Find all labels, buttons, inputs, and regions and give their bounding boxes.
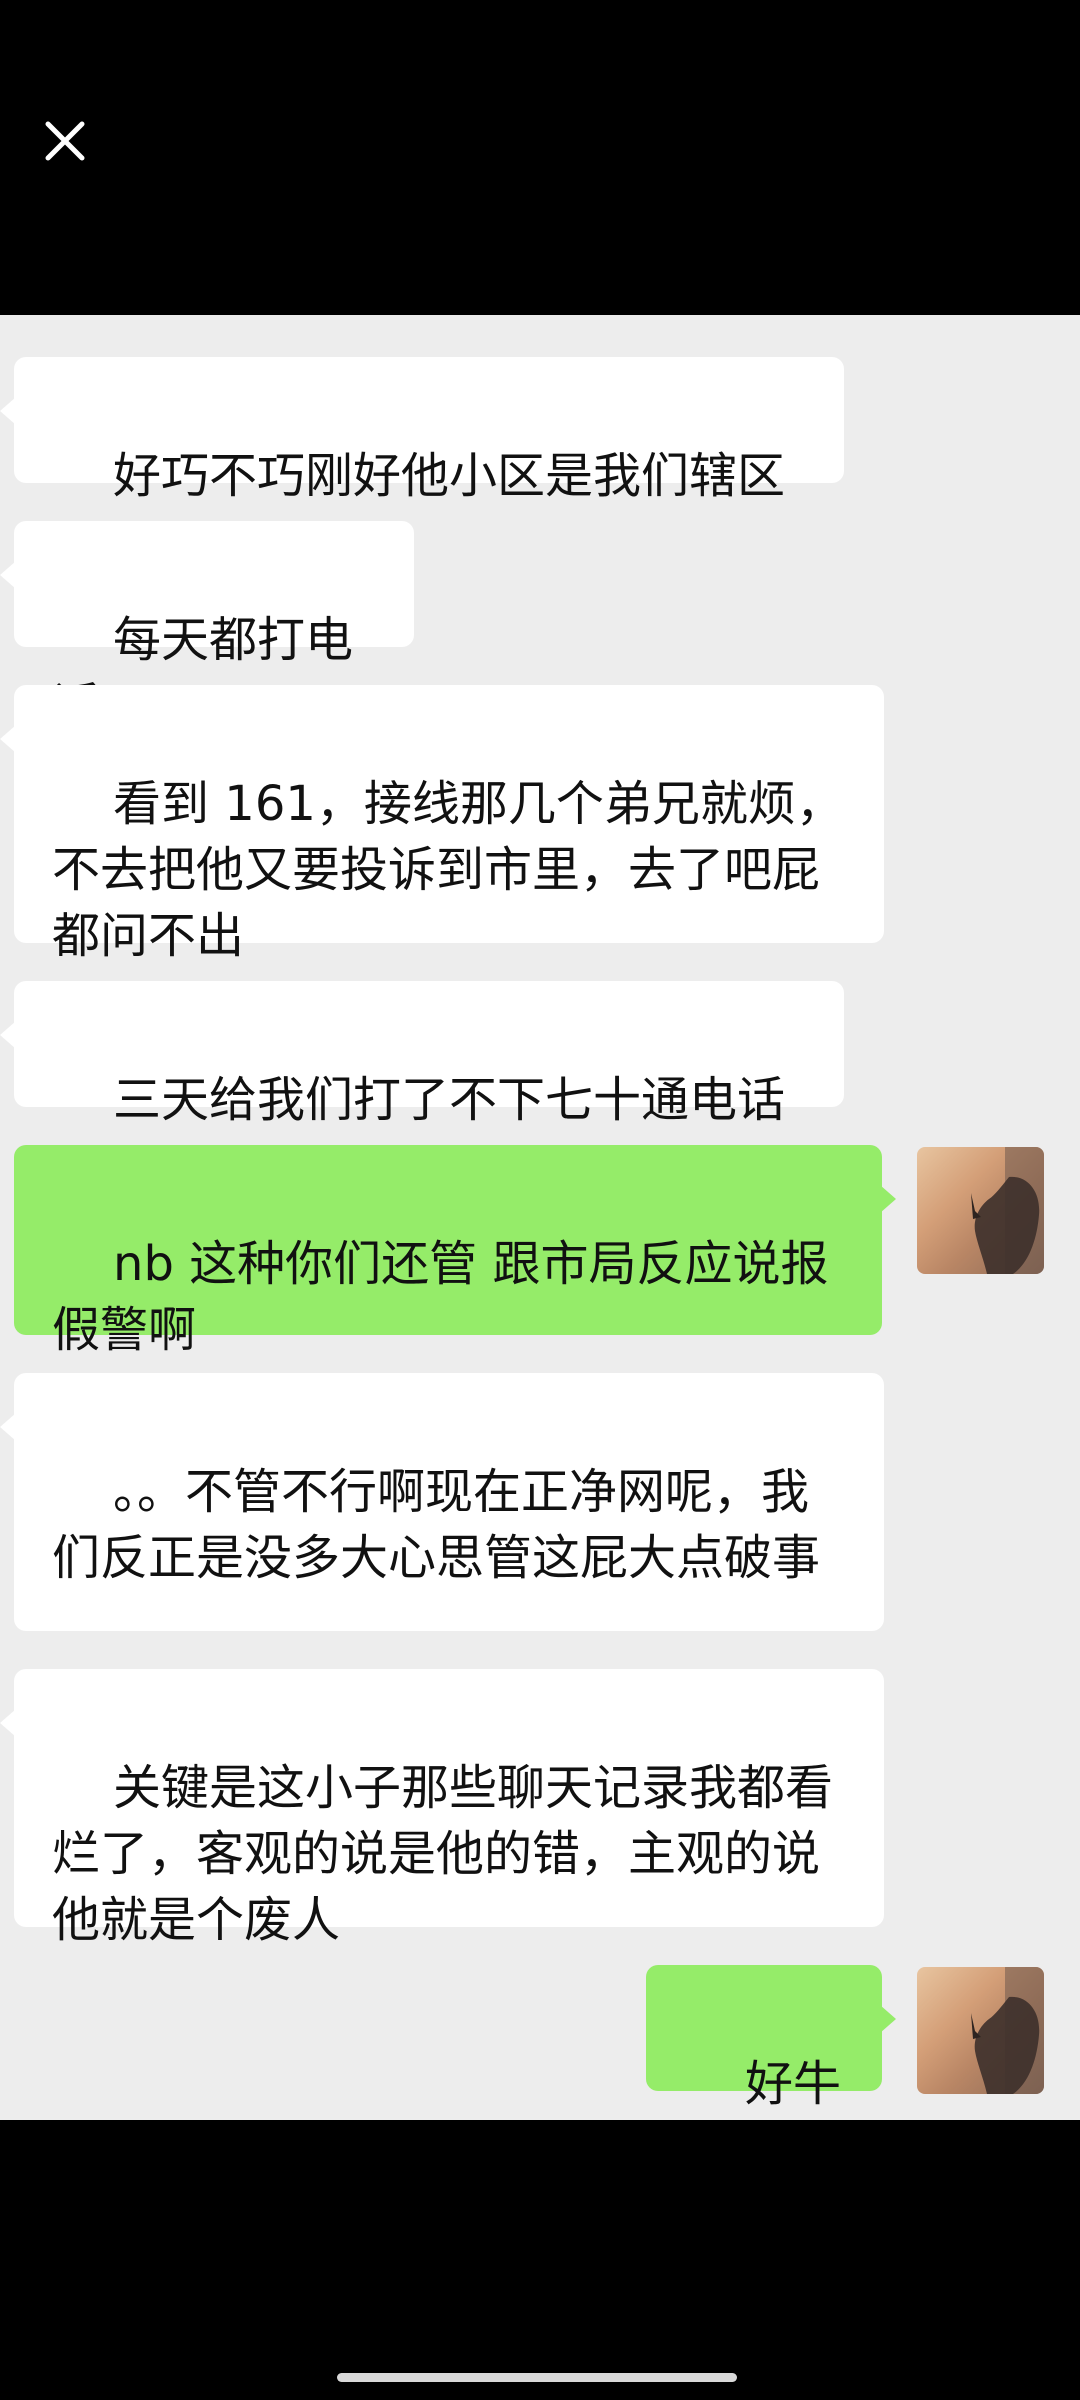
message-text: 。。不管不行啊现在正净网呢，我们反正是没多大心思管这屁大点破事 [52, 1464, 821, 1586]
message-text: 三天给我们打了不下七十通电话 [113, 1072, 786, 1128]
viewer-top-bar [0, 0, 1080, 315]
message-bubble-incoming: 看到 161，接线那几个弟兄就烦，不去把他又要投诉到市里，去了吧屁都问不出 [0, 685, 884, 964]
message-bubble-outgoing: 好牛逼 [646, 1965, 896, 2178]
message-bubble-incoming: 关键是这小子那些聊天记录我都看烂了，客观的说是他的错，主观的说他就是个废人 [0, 1669, 884, 1948]
avatar-photo-icon [971, 1967, 1044, 2094]
avatar-photo-icon [971, 1147, 1044, 1274]
message-bubble-outgoing: nb 这种你们还管 跟市局反应说报假警啊 [14, 1145, 896, 1358]
message-bubble-incoming: 好巧不巧刚好他小区是我们辖区 [0, 357, 844, 504]
chat-area: 好巧不巧刚好他小区是我们辖区 每天都打电话 看到 161，接线那几个弟兄就烦，不… [0, 315, 1080, 2178]
message-text: nb 这种你们还管 跟市局反应说报假警啊 [52, 1236, 829, 1358]
message-text: 好巧不巧刚好他小区是我们辖区 [113, 448, 786, 504]
message-text: 看到 161，接线那几个弟兄就烦，不去把他又要投诉到市里，去了吧屁都问不出 [52, 776, 844, 964]
message-text: 关键是这小子那些聊天记录我都看烂了，客观的说是他的错，主观的说他就是个废人 [52, 1760, 834, 1948]
viewer-bottom-bar [0, 2120, 1080, 2400]
close-button[interactable] [28, 104, 102, 178]
user-avatar[interactable] [917, 1967, 1044, 2094]
message-bubble-incoming: 每天都打电话 [0, 521, 414, 734]
home-indicator[interactable] [337, 2373, 737, 2382]
user-avatar[interactable] [917, 1147, 1044, 1274]
message-bubble-incoming: 。。不管不行啊现在正净网呢，我们反正是没多大心思管这屁大点破事 [0, 1373, 884, 1631]
close-icon [45, 121, 85, 161]
message-bubble-incoming: 三天给我们打了不下七十通电话 [0, 981, 844, 1128]
